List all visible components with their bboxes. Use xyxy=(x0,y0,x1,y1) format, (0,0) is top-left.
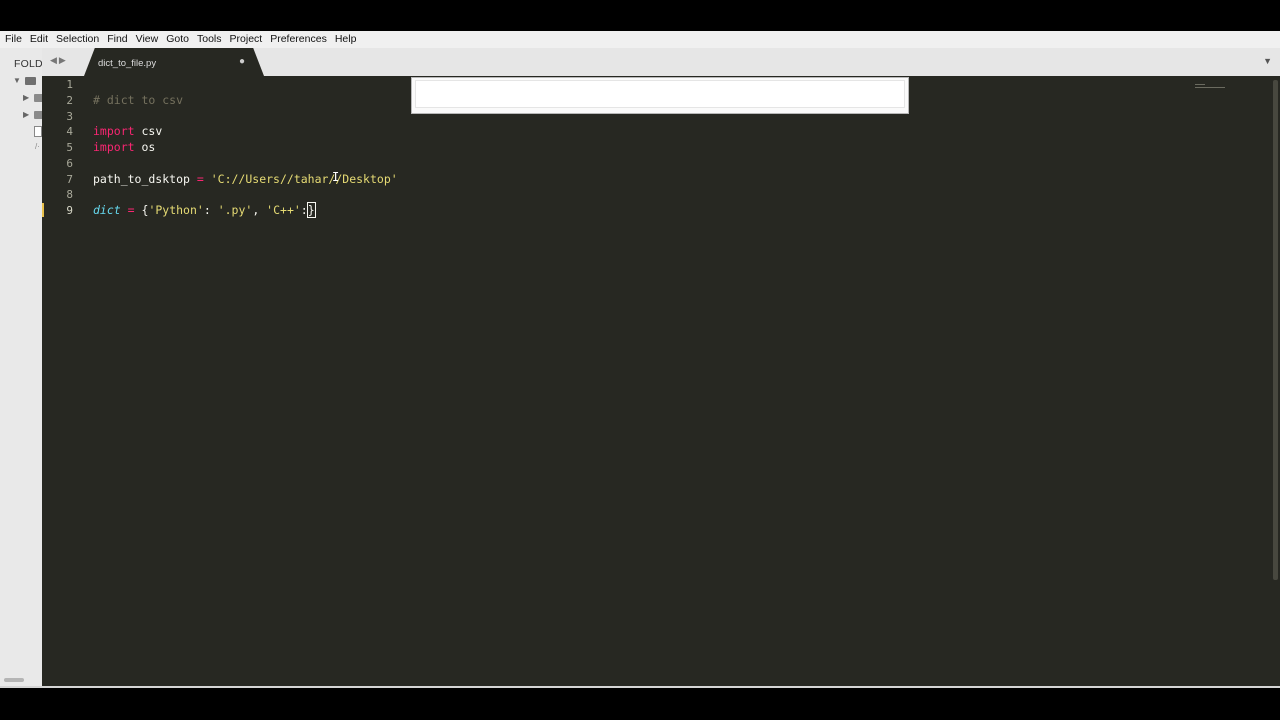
tab-bar: ◀▶ dict_to_file.py ● ▼ xyxy=(42,48,1280,76)
line-number: 4 xyxy=(66,125,73,138)
minimap-line xyxy=(1195,84,1205,85)
comment-text: # dict to csv xyxy=(93,93,184,107)
keyword-import: import xyxy=(93,140,135,154)
menu-preferences[interactable]: Preferences xyxy=(265,31,330,48)
menu-selection[interactable]: Selection xyxy=(51,31,102,48)
menu-help[interactable]: Help xyxy=(330,31,360,48)
collapse-arrow-icon[interactable]: ▶ xyxy=(23,93,29,102)
menu-find[interactable]: Find xyxy=(102,31,130,48)
menu-edit[interactable]: Edit xyxy=(25,31,51,48)
code-line-7: path_to_dsktop = 'C://Users//tahar//Desk… xyxy=(93,172,398,186)
menu-tools[interactable]: Tools xyxy=(192,31,225,48)
sidebar: FOLD ▼ ▶ ▶ /· xyxy=(0,48,43,688)
punctuation: : xyxy=(300,203,308,217)
code-line-4: import csv xyxy=(93,124,162,138)
window-bottom-bar xyxy=(0,688,1280,720)
menu-bar: File Edit Selection Find View Goto Tools… xyxy=(0,31,1280,48)
string-literal: 'C://Users//tahar//Desktop' xyxy=(210,172,398,186)
sidebar-scrollbar[interactable] xyxy=(4,678,24,682)
file-link-icon[interactable]: /· xyxy=(35,142,40,151)
line-number-active: 9 xyxy=(66,204,73,217)
text-cursor: } xyxy=(306,202,316,218)
string-literal: 'C++' xyxy=(266,203,301,217)
sidebar-title: FOLD xyxy=(14,58,43,70)
line-number: 1 xyxy=(66,78,73,91)
menu-view[interactable]: View xyxy=(131,31,162,48)
find-input[interactable] xyxy=(415,80,905,108)
code-line-5: import os xyxy=(93,140,155,154)
line-number: 7 xyxy=(66,173,73,186)
code-line-9: dict = {'Python': '.py', 'C++':} xyxy=(93,202,316,218)
code-line-2: # dict to csv xyxy=(93,93,183,107)
line-number: 8 xyxy=(66,188,73,201)
module-name: csv xyxy=(134,124,163,138)
open-brace: { xyxy=(134,203,149,217)
builtin-name: dict xyxy=(93,203,121,217)
vertical-scrollbar[interactable] xyxy=(1273,80,1278,580)
variable-name: path_to_dsktop xyxy=(93,172,197,186)
code-editor[interactable]: 1 2 3 4 5 6 7 8 9 # dict to csv import c… xyxy=(42,76,1280,688)
dropdown-icon[interactable]: ▼ xyxy=(1263,56,1272,66)
mouse-ibeam-icon: I xyxy=(332,170,340,184)
collapse-arrow-icon[interactable]: ▶ xyxy=(23,110,29,119)
tab-nav-arrows-icon[interactable]: ◀▶ xyxy=(50,55,68,66)
find-panel xyxy=(411,77,909,114)
tab-label: dict_to_file.py xyxy=(98,58,157,69)
tab-dict-to-file[interactable]: dict_to_file.py ● xyxy=(84,48,264,76)
module-name: os xyxy=(134,140,156,154)
string-literal: 'Python' xyxy=(148,203,204,217)
window-top-bar xyxy=(0,0,1280,31)
punctuation: , xyxy=(252,203,267,217)
line-number: 3 xyxy=(66,110,73,123)
line-number: 6 xyxy=(66,157,73,170)
menu-goto[interactable]: Goto xyxy=(161,31,192,48)
expand-arrow-icon[interactable]: ▼ xyxy=(13,76,21,85)
keyword-import: import xyxy=(93,124,135,138)
operator: = xyxy=(127,203,135,217)
menu-file[interactable]: File xyxy=(0,31,25,48)
tab-dirty-dot-icon[interactable]: ● xyxy=(239,56,245,67)
minimap-line xyxy=(1195,87,1225,88)
line-number: 2 xyxy=(66,94,73,107)
minimap[interactable] xyxy=(1195,82,1235,96)
line-number: 5 xyxy=(66,141,73,154)
punctuation: : xyxy=(203,203,218,217)
menu-project[interactable]: Project xyxy=(225,31,266,48)
string-literal: '.py' xyxy=(217,203,253,217)
file-icon[interactable] xyxy=(34,126,42,137)
operator: = xyxy=(196,172,204,186)
active-line-marker xyxy=(42,203,44,217)
folder-icon[interactable] xyxy=(25,77,36,85)
